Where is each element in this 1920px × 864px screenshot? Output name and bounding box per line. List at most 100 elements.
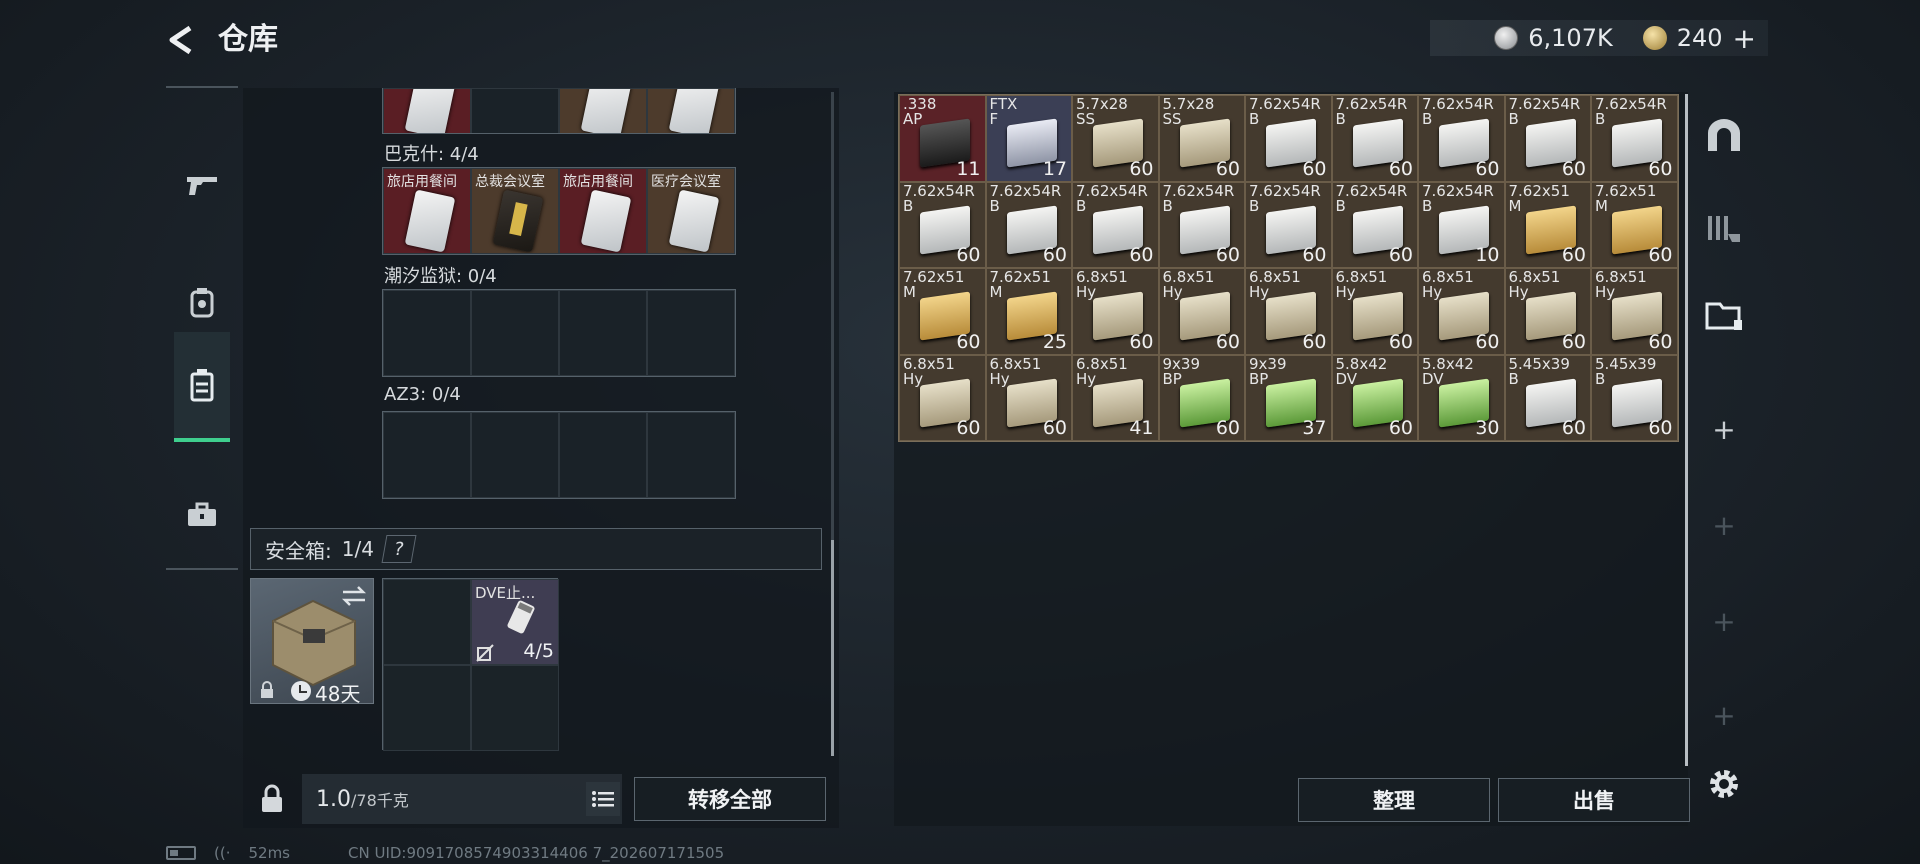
access-card[interactable]: 旅店用餐间 bbox=[559, 168, 647, 254]
ammo-name: 9x39 BP bbox=[1249, 354, 1287, 388]
ammo-item[interactable]: 9x39 BP 60 bbox=[1158, 354, 1245, 441]
ammo-count: 60 bbox=[1129, 244, 1154, 266]
ammo-item[interactable]: 7.62x54R B 60 bbox=[1331, 181, 1418, 268]
ammo-count: 60 bbox=[1475, 157, 1500, 180]
category-sidebar bbox=[166, 86, 238, 570]
ammo-count: 60 bbox=[1215, 157, 1240, 180]
ammo-item[interactable]: 7.62x54R B 60 bbox=[1504, 95, 1591, 182]
ammo-item[interactable]: 7.62x54R B 60 bbox=[1418, 95, 1505, 182]
ammo-item[interactable]: 7.62x54R B 10 bbox=[1418, 181, 1505, 268]
safe-slot[interactable] bbox=[383, 665, 471, 751]
ammo-item[interactable]: 7.62x54R B 60 bbox=[1331, 95, 1418, 182]
card-slot[interactable] bbox=[383, 88, 471, 133]
ammo-name: 9x39 BP bbox=[1162, 354, 1201, 388]
lock-button[interactable] bbox=[250, 774, 294, 824]
card-slot[interactable] bbox=[471, 412, 559, 498]
ammo-item[interactable]: 7.62x54R B 60 bbox=[1245, 95, 1332, 182]
ammo-item[interactable]: 7.62x54R B 60 bbox=[985, 181, 1072, 268]
access-card[interactable]: 旅店用餐间 bbox=[383, 168, 471, 254]
silver-amount: 6,107K bbox=[1528, 24, 1613, 52]
ammo-item[interactable]: 6.8x51 Hy 60 bbox=[1591, 268, 1678, 355]
back-button[interactable] bbox=[164, 20, 200, 60]
ammo-item[interactable]: 6.8x51 Hy 60 bbox=[1245, 268, 1332, 355]
stash-tab-locked-1[interactable]: + bbox=[1698, 482, 1750, 568]
access-card[interactable]: 医疗会议室 bbox=[647, 168, 735, 254]
safe-box[interactable]: 48天 bbox=[250, 578, 374, 706]
card-slot[interactable] bbox=[559, 290, 647, 376]
ammo-name: .338 AP bbox=[903, 95, 937, 128]
stash-scrollbar[interactable] bbox=[1685, 94, 1688, 766]
sidebar-storage[interactable] bbox=[174, 332, 230, 442]
list-view-button[interactable] bbox=[586, 782, 620, 816]
sort-button[interactable]: 整理 bbox=[1298, 778, 1490, 822]
swap-icon[interactable] bbox=[341, 585, 367, 607]
card-slot[interactable] bbox=[471, 88, 559, 133]
ammo-item[interactable]: FTX F 17 bbox=[985, 95, 1072, 182]
card-slot[interactable] bbox=[559, 412, 647, 498]
ammo-name: 5.45x39 B bbox=[1595, 354, 1657, 388]
sell-button[interactable]: 出售 bbox=[1498, 778, 1690, 822]
ammo-item[interactable]: 6.8x51 Hy 60 bbox=[1331, 268, 1418, 355]
card-grid-tidal-prison bbox=[382, 289, 736, 377]
ammo-item[interactable]: 7.62x54R B 60 bbox=[1591, 95, 1678, 182]
ammo-item[interactable]: 6.8x51 Hy 60 bbox=[1072, 268, 1159, 355]
ammo-item[interactable]: 7.62x54R B 60 bbox=[1158, 181, 1245, 268]
settings-button[interactable] bbox=[1702, 762, 1746, 806]
add-currency-icon[interactable]: + bbox=[1733, 22, 1756, 55]
card-slot[interactable] bbox=[471, 290, 559, 376]
stash-tab-3[interactable] bbox=[1698, 272, 1750, 358]
toolbox-icon bbox=[188, 502, 216, 526]
stash-tab-2[interactable] bbox=[1698, 186, 1750, 272]
ammo-name: 6.8x51 Hy bbox=[1076, 268, 1128, 301]
ammo-item[interactable]: 7.62x51 M 60 bbox=[1504, 181, 1591, 268]
safe-slot[interactable] bbox=[471, 665, 559, 751]
card-slot[interactable] bbox=[647, 412, 735, 498]
ammo-count: 60 bbox=[1302, 157, 1327, 180]
ammo-item[interactable]: 5.7x28 SS 60 bbox=[1158, 95, 1245, 182]
ammo-item[interactable]: 5.8x42 DV 60 bbox=[1331, 354, 1418, 441]
ammo-item[interactable]: 6.8x51 Hy 60 bbox=[1158, 268, 1245, 355]
stash-tab-add[interactable]: + bbox=[1698, 386, 1750, 472]
stash-tab-locked-3[interactable]: + bbox=[1698, 672, 1750, 758]
safe-slot[interactable] bbox=[383, 579, 471, 665]
ammo-name: 7.62x54R B bbox=[1335, 181, 1408, 215]
card-slot[interactable] bbox=[383, 412, 471, 498]
sidebar-tools[interactable] bbox=[174, 460, 230, 570]
ammo-item[interactable]: 7.62x54R B 60 bbox=[1072, 181, 1159, 268]
stash-tab-locked-2[interactable]: + bbox=[1698, 578, 1750, 664]
battery-icon bbox=[166, 846, 196, 860]
sidebar-weapons[interactable] bbox=[174, 130, 230, 240]
card-slot[interactable] bbox=[383, 290, 471, 376]
access-card[interactable]: 总裁会议室 bbox=[471, 168, 559, 254]
ammo-item[interactable]: 6.8x51 Hy 60 bbox=[985, 354, 1072, 441]
ammo-item[interactable]: 5.45x39 B 60 bbox=[1504, 354, 1591, 441]
ammo-item[interactable]: 7.62x51 M 60 bbox=[899, 268, 986, 355]
ammo-name: 7.62x54R B bbox=[1422, 95, 1494, 128]
ammo-item[interactable]: 6.8x51 Hy 60 bbox=[899, 354, 986, 441]
ammo-count: 60 bbox=[1215, 244, 1240, 266]
stash-tab-1[interactable] bbox=[1698, 92, 1750, 178]
ammo-item[interactable]: 7.62x51 M 25 bbox=[985, 268, 1072, 355]
ammo-item[interactable]: .338 AP 11 bbox=[899, 95, 986, 182]
ammo-count: 30 bbox=[1475, 417, 1500, 439]
ammo-item[interactable]: 5.7x28 SS 60 bbox=[1072, 95, 1159, 182]
card-slot[interactable] bbox=[647, 290, 735, 376]
safe-item-dve[interactable]: DVE止... 4/5 bbox=[471, 579, 559, 665]
ammo-item[interactable]: 7.62x54R B 60 bbox=[899, 181, 986, 268]
ammo-item[interactable]: 5.45x39 B 60 bbox=[1591, 354, 1678, 441]
transfer-all-button[interactable]: 转移全部 bbox=[634, 777, 826, 821]
ammo-name: 7.62x54R B bbox=[1508, 95, 1581, 128]
ammo-item[interactable]: 9x39 BP 37 bbox=[1245, 354, 1332, 441]
ammo-item[interactable]: 5.8x42 DV 30 bbox=[1418, 354, 1505, 441]
ammo-item[interactable]: 6.8x51 Hy 41 bbox=[1072, 354, 1159, 441]
card-slot[interactable] bbox=[559, 88, 647, 133]
ammo-item[interactable]: 6.8x51 Hy 60 bbox=[1504, 268, 1591, 355]
plus-icon: + bbox=[1712, 604, 1736, 638]
card-slot[interactable] bbox=[647, 88, 735, 133]
help-button[interactable]: ? bbox=[381, 535, 417, 563]
ammo-item[interactable]: 7.62x51 M 60 bbox=[1591, 181, 1678, 268]
warehouse-scroll-thumb[interactable] bbox=[831, 540, 834, 756]
ammo-item[interactable]: 7.62x54R B 60 bbox=[1245, 181, 1332, 268]
ammo-item[interactable]: 6.8x51 Hy 60 bbox=[1418, 268, 1505, 355]
ammo-count: 37 bbox=[1302, 417, 1327, 439]
